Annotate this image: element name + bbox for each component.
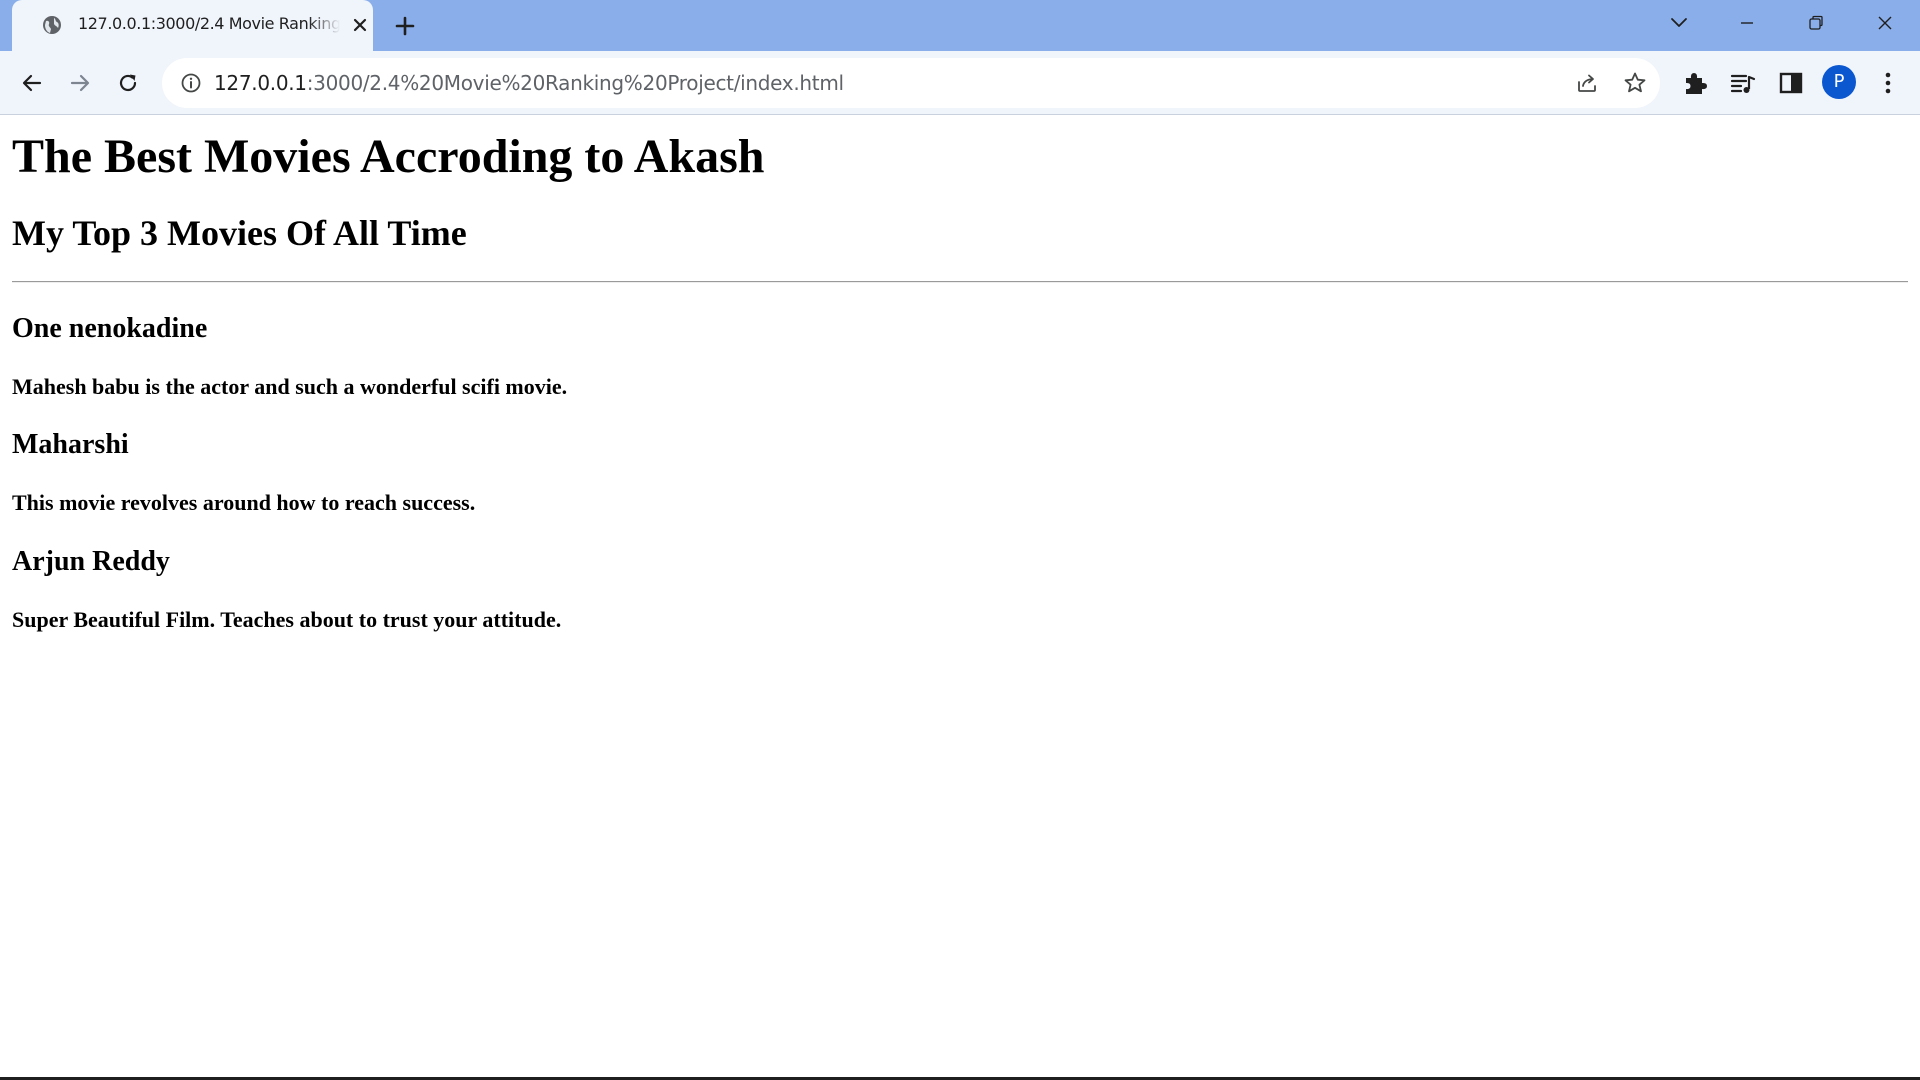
url-path: :3000/2.4%20Movie%20Ranking%20Project/in… — [306, 71, 844, 95]
browser-tab-active[interactable]: 127.0.0.1:3000/2.4 Movie Ranking Project — [12, 0, 373, 51]
movie-description-3: Super Beautiful Film. Teaches about to t… — [12, 606, 562, 632]
reload-icon — [119, 74, 137, 92]
movie-title-2: Maharshi — [12, 429, 129, 461]
page-subtitle: My Top 3 Movies Of All Time — [12, 213, 467, 254]
profile-avatar[interactable]: P — [1822, 65, 1856, 99]
back-button[interactable] — [12, 63, 52, 103]
close-window-button[interactable] — [1862, 6, 1908, 40]
movie-description-2: This movie revolves around how to reach … — [12, 490, 476, 516]
puzzle-icon[interactable] — [1681, 69, 1709, 97]
arrow-left-icon — [22, 74, 42, 92]
globe-icon — [42, 15, 62, 35]
arrow-right-icon — [70, 74, 90, 92]
tab-strip: 127.0.0.1:3000/2.4 Movie Ranking Project — [0, 0, 1920, 51]
movie-title-1: One nenokadine — [12, 312, 208, 344]
movie-description-1: Mahesh babu is the actor and such a wond… — [12, 373, 568, 399]
info-icon[interactable] — [180, 72, 202, 94]
page-viewport: The Best Movies Accroding to Akash My To… — [0, 115, 1920, 1077]
horizontal-rule — [12, 280, 1908, 283]
url-text[interactable]: 127.0.0.1:3000/2.4%20Movie%20Ranking%20P… — [214, 71, 844, 95]
close-icon[interactable] — [350, 15, 370, 35]
movie-title-3: Arjun Reddy — [12, 545, 170, 577]
star-icon[interactable] — [1622, 70, 1648, 96]
page-title: The Best Movies Accroding to Akash — [12, 130, 765, 183]
minimize-button[interactable] — [1724, 6, 1770, 40]
chevron-down-icon[interactable] — [1666, 10, 1692, 36]
forward-button[interactable] — [60, 63, 100, 103]
share-icon[interactable] — [1574, 70, 1600, 96]
playlist-icon[interactable] — [1729, 69, 1757, 97]
reload-button[interactable] — [108, 63, 148, 103]
kebab-menu-icon[interactable] — [1874, 69, 1902, 97]
close-window-icon — [1878, 16, 1892, 30]
restore-icon — [1809, 15, 1823, 30]
restore-button[interactable] — [1793, 6, 1839, 40]
browser-toolbar: 127.0.0.1:3000/2.4%20Movie%20Ranking%20P… — [0, 51, 1920, 115]
tab-title: 127.0.0.1:3000/2.4 Movie Ranking Project — [78, 14, 340, 33]
side-panel-icon[interactable] — [1777, 69, 1805, 97]
url-host: 127.0.0.1 — [214, 71, 307, 95]
address-bar[interactable]: 127.0.0.1:3000/2.4%20Movie%20Ranking%20P… — [162, 58, 1660, 108]
minimize-icon — [1741, 22, 1753, 24]
page-content: The Best Movies Accroding to Akash My To… — [0, 129, 1920, 632]
plus-icon[interactable] — [392, 13, 418, 39]
